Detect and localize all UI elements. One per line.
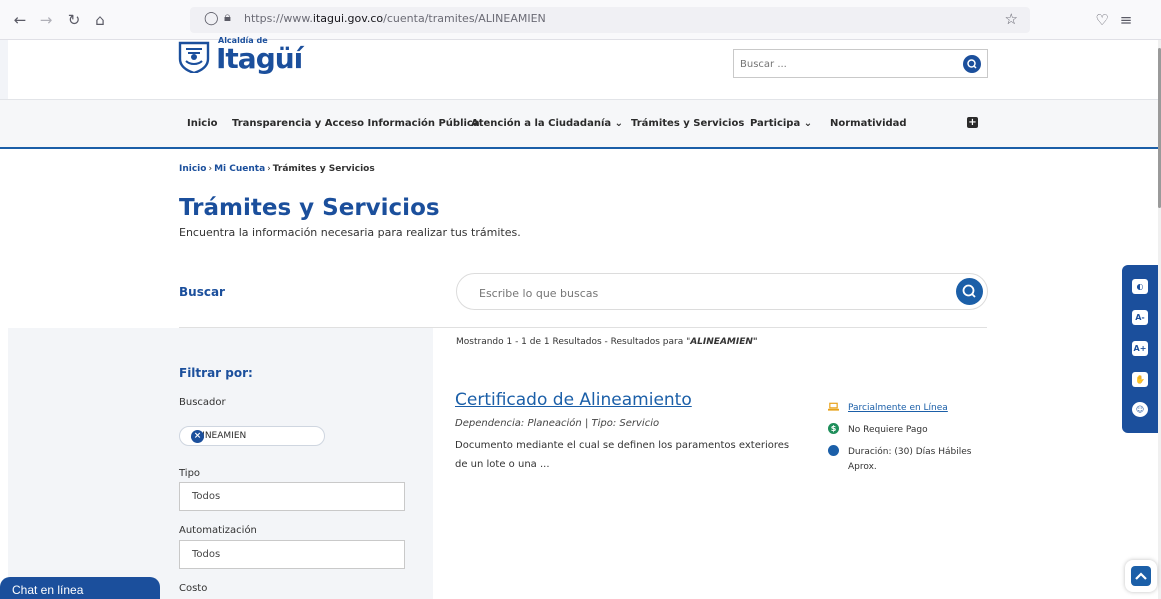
header-search [733,49,988,78]
active-filter-chip: ALINEAMIEN × [179,426,325,446]
nav-item-inicio[interactable]: Inicio [187,118,218,129]
automatizacion-select-value: Todos [192,549,221,560]
chat-button[interactable]: Chat en línea [0,577,160,599]
results-count: Mostrando 1 - 1 de 1 Resultados - Result… [456,337,758,347]
main-search-button[interactable] [956,278,983,305]
sign-language-icon[interactable]: ✋ [1132,372,1148,387]
filter-automatizacion-label: Automatización [179,525,257,536]
smile-icon[interactable]: ☺ [1132,402,1148,417]
results-count-end: " [752,337,758,347]
nav-item-participa-label: Participa [750,118,801,129]
contrast-icon[interactable]: ◐ [1132,279,1148,294]
breadcrumb-current: Trámites y Servicios [272,164,375,174]
url-text[interactable]: https://www.itagui.gov.co/cuenta/tramite… [244,12,546,25]
breadcrumb-account[interactable]: Mi Cuenta [214,164,265,174]
results-count-text: Mostrando 1 - 1 de 1 Resultados - Result… [456,337,691,347]
address-bar[interactable]: ◯ 🔒︎ https://www.itagui.gov.co/cuenta/tr… [190,7,1030,33]
result-meta: Dependencia: Planeación | Tipo: Servicio [455,418,660,429]
payment-text: No Requiere Pago [848,425,928,435]
pocket-icon[interactable]: ♡ [1092,10,1112,30]
breadcrumb-home[interactable]: Inicio [179,164,206,174]
page-gutter [0,40,8,100]
browser-toolbar: ← → ↻ ⌂ ◯ 🔒︎ https://www.itagui.gov.co/c… [0,0,1161,40]
page-subtitle: Encuentra la información necesaria para … [179,226,521,239]
search-icon [967,59,977,69]
nav-item-atencion-label: Atención a la Ciudadanía [471,118,612,129]
nav-item-transparencia[interactable]: Transparencia y Acceso Información Públi… [232,118,480,129]
main-search [456,273,988,310]
url-domain: itagui.gov.co [312,12,384,25]
tracking-shield-icon[interactable]: ◯ [204,11,219,26]
tipo-select[interactable]: Todos [179,482,405,511]
header-search-input[interactable] [740,55,950,73]
header-search-button[interactable] [963,55,981,73]
laptop-icon [828,402,839,411]
city-seal-icon [178,41,210,73]
clock-icon [828,445,839,456]
online-status-link[interactable]: Parcialmente en Línea [848,401,998,416]
main-navigation: Inicio Transparencia y Acceso Informació… [0,99,1158,149]
menu-icon[interactable]: ≡ [1116,10,1136,30]
back-to-top-button[interactable] [1125,560,1157,592]
filter-tipo-label: Tipo [179,468,201,479]
plus-icon[interactable]: + [967,117,978,128]
automatizacion-select[interactable]: Todos [179,540,405,569]
main-search-input[interactable] [479,284,919,302]
font-increase-icon[interactable]: A+ [1132,341,1148,356]
home-icon[interactable]: ⌂ [90,10,110,30]
forward-icon[interactable]: → [36,10,56,30]
search-icon [962,284,976,298]
url-path: /cuenta/tramites/ALINEAMIEN [383,12,546,25]
result-description: Documento mediante el cual se definen lo… [455,440,790,470]
filter-title: Filtrar por: [179,366,253,380]
filter-buscador-label: Buscador [179,397,226,408]
chevron-up-icon [1131,566,1151,586]
filter-costo-label: Costo [179,583,208,594]
page-title: Trámites y Servicios [179,195,440,221]
accessibility-toolbar: ◐ A- A+ ✋ ☺ [1122,265,1159,433]
breadcrumb: Inicio › Mi Cuenta › Trámites y Servicios [179,164,375,174]
results-query: ALINEAMIEN [690,337,753,347]
close-icon[interactable]: × [191,430,204,443]
chevron-down-icon: ⌄ [614,118,624,129]
chevron-down-icon: ⌄ [803,118,813,129]
url-prefix: https://www. [244,12,313,25]
dollar-icon: $ [828,423,839,434]
nav-item-normatividad[interactable]: Normatividad [830,118,907,129]
nav-item-participa[interactable]: Participa ⌄ [750,118,812,129]
tipo-select-value: Todos [192,491,221,502]
duration-text: Duración: (30) Días Hábiles Aprox. [848,447,972,472]
back-icon[interactable]: ← [10,10,30,30]
breadcrumb-separator: › [267,164,271,174]
bookmark-star-icon[interactable]: ☆ [1005,10,1018,28]
search-label: Buscar [179,285,225,299]
lock-icon[interactable]: 🔒︎ [224,10,231,25]
font-decrease-icon[interactable]: A- [1132,310,1148,325]
nav-item-tramites[interactable]: Trámites y Servicios [631,118,744,129]
site-logo[interactable]: Alcaldía de Itagüí [178,36,318,76]
logo-wordmark: Itagüí [216,42,303,75]
nav-item-atencion[interactable]: Atención a la Ciudadanía ⌄ [471,118,623,129]
breadcrumb-separator: › [208,164,213,174]
reload-icon[interactable]: ↻ [64,10,84,30]
result-title-link[interactable]: Certificado de Alineamiento [455,390,692,410]
